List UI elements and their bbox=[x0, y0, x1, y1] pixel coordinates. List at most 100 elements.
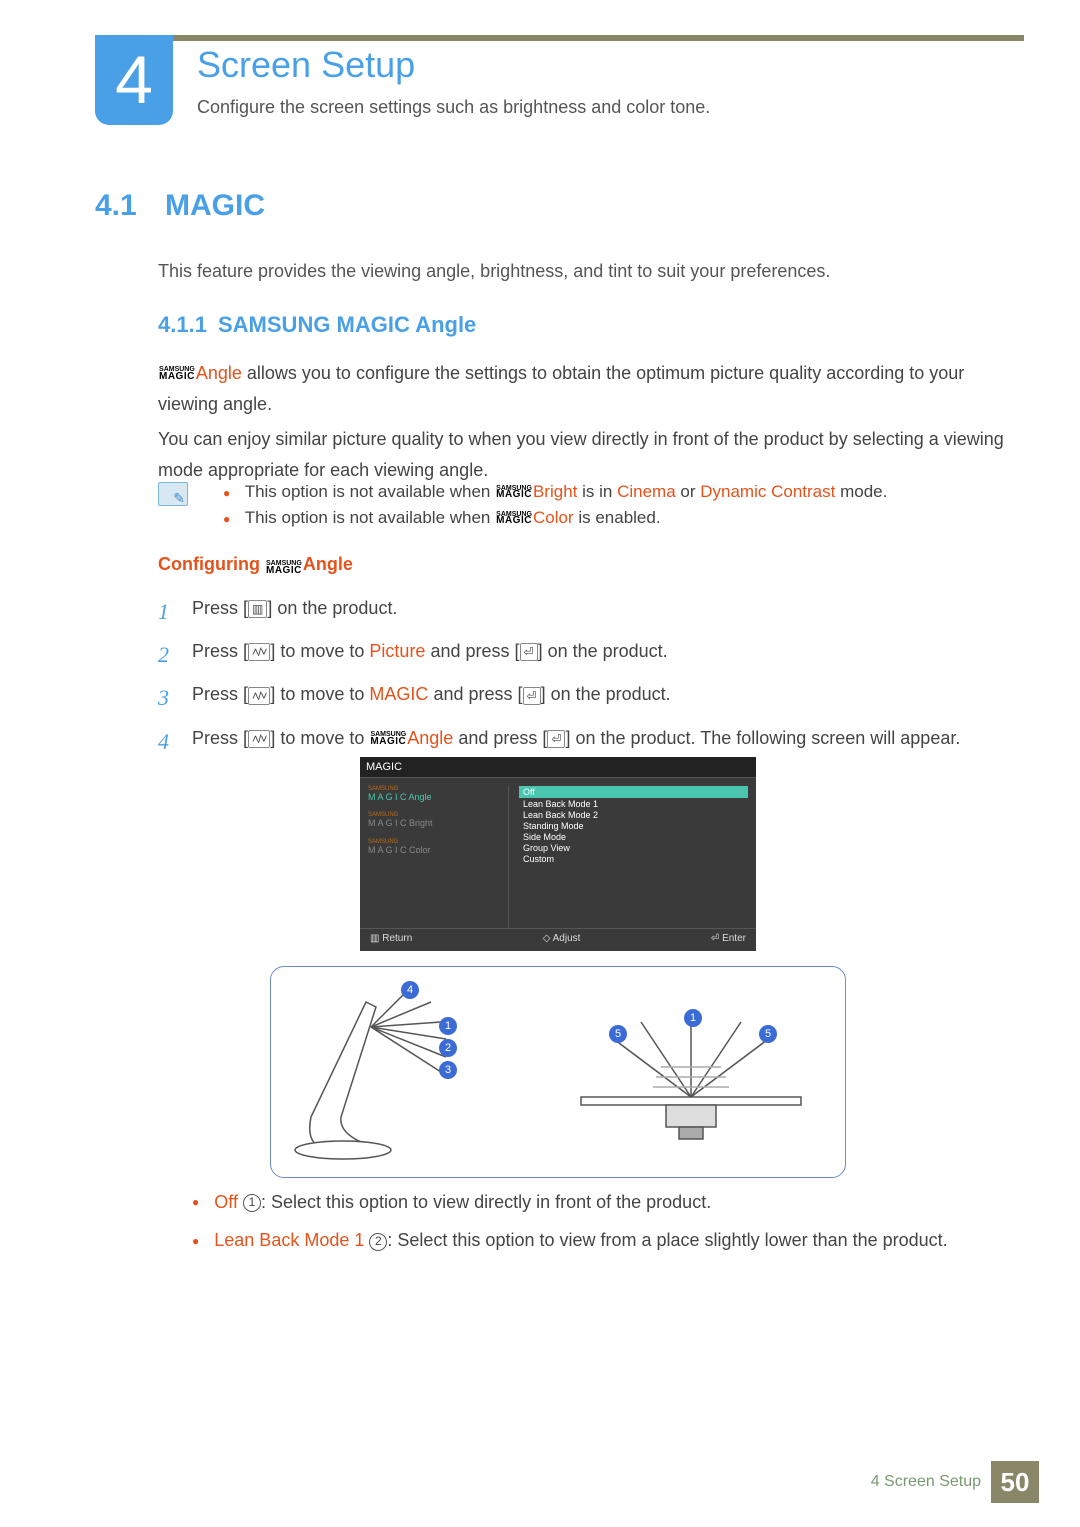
osd-foot-return: ▥ Return bbox=[370, 933, 412, 944]
bullet-icon: ● bbox=[192, 1234, 199, 1248]
note2-a: This option is not available when bbox=[245, 508, 495, 527]
osd-option: Standing Mode bbox=[519, 821, 748, 831]
chapter-desc: Configure the screen settings such as br… bbox=[197, 97, 1024, 118]
updown-button-icon: ˄/˅ bbox=[248, 730, 270, 748]
section-number: 4.1 bbox=[95, 189, 137, 223]
step-num: 4 bbox=[158, 724, 192, 759]
bottom-bullets: ● Off 1: Select this option to view dire… bbox=[192, 1186, 1024, 1263]
page-footer: 4 Screen Setup 50 bbox=[871, 1461, 1039, 1503]
footer-page-number: 50 bbox=[991, 1461, 1039, 1503]
step3-magic: MAGIC bbox=[369, 684, 428, 704]
note2-color: Color bbox=[533, 508, 574, 527]
bullet-icon: ● bbox=[192, 1195, 199, 1209]
step4-angle: Angle bbox=[407, 728, 453, 748]
circled-2: 2 bbox=[369, 1233, 387, 1251]
osd-option: Lean Back Mode 2 bbox=[519, 810, 748, 820]
note-icon bbox=[158, 482, 188, 506]
footer-text: 4 Screen Setup bbox=[871, 1473, 981, 1491]
bullet-icon: ● bbox=[223, 512, 230, 526]
section-title: MAGIC bbox=[165, 189, 265, 223]
step2-a: Press [ bbox=[192, 641, 248, 661]
step2-e: ] on the product. bbox=[538, 641, 668, 661]
enter-button-icon: ⏎ bbox=[520, 643, 538, 661]
enter-button-icon: ⏎ bbox=[523, 687, 541, 705]
osd-foot-enter: ⏎ Enter bbox=[711, 933, 746, 944]
note2-c: is enabled. bbox=[578, 508, 660, 527]
note1-e: or bbox=[676, 482, 701, 501]
osd-right-list: Off Lean Back Mode 1 Lean Back Mode 2 St… bbox=[508, 786, 748, 928]
step-num: 1 bbox=[158, 594, 192, 629]
osd-option: Group View bbox=[519, 843, 748, 853]
enter-button-icon: ⏎ bbox=[547, 730, 565, 748]
osd-left-color: SAMSUNGM A G I C Color bbox=[368, 839, 508, 855]
step3-b: ] to move to bbox=[270, 684, 369, 704]
diagram-bubble-1b: 1 bbox=[684, 1009, 702, 1027]
diagram-bubble-5a: 5 bbox=[609, 1025, 627, 1043]
osd-left-angle: SAMSUNGM A G I C Angle bbox=[368, 786, 508, 802]
samsung-magic-logo-icon: SAMSUNGMAGIC bbox=[266, 561, 302, 575]
chapter-badge: 4 bbox=[95, 35, 173, 125]
osd-left-bright: SAMSUNGM A G I C Bright bbox=[368, 812, 508, 828]
section-intro: This feature provides the viewing angle,… bbox=[158, 258, 1024, 285]
step-1: 1 Press [▥] on the product. bbox=[158, 594, 1024, 629]
diagram-svg bbox=[271, 967, 847, 1179]
step2-picture: Picture bbox=[369, 641, 425, 661]
circled-1: 1 bbox=[243, 1194, 261, 1212]
osd-option: Lean Back Mode 1 bbox=[519, 799, 748, 809]
step-4: 4 Press [˄/˅] to move to SAMSUNGMAGICAng… bbox=[158, 724, 1024, 759]
off-desc: : Select this option to view directly in… bbox=[261, 1192, 711, 1212]
step3-a: Press [ bbox=[192, 684, 248, 704]
note-box: ● This option is not available when SAMS… bbox=[158, 482, 1024, 534]
note1-cinema: Cinema bbox=[617, 482, 676, 501]
osd-option-off: Off bbox=[519, 786, 748, 798]
samsung-magic-logo-icon: SAMSUNGMAGIC bbox=[496, 486, 532, 500]
step-num: 3 bbox=[158, 680, 192, 715]
angle-diagram: 4 1 2 3 1 5 5 bbox=[270, 966, 846, 1178]
note-row-2: ● This option is not available when SAMS… bbox=[223, 508, 1023, 528]
step4-a: Press [ bbox=[192, 728, 248, 748]
osd-option: Custom bbox=[519, 854, 748, 864]
updown-button-icon: ˄/˅ bbox=[248, 643, 270, 661]
step1-a: Press [ bbox=[192, 598, 248, 618]
steps-list: 1 Press [▥] on the product. 2 Press [˄/˅… bbox=[158, 594, 1024, 767]
step2-d: and press [ bbox=[425, 641, 519, 661]
menu-button-icon: ▥ bbox=[248, 600, 267, 618]
diagram-bubble-3: 3 bbox=[439, 1061, 457, 1079]
subsection-title: SAMSUNG MAGIC Angle bbox=[218, 312, 476, 338]
config-heading: Configuring SAMSUNGMAGICAngle bbox=[158, 554, 353, 575]
note1-dc: Dynamic Contrast bbox=[700, 482, 835, 501]
diagram-bubble-1: 1 bbox=[439, 1017, 457, 1035]
diagram-bubble-4: 4 bbox=[401, 981, 419, 999]
bullet-off: ● Off 1: Select this option to view dire… bbox=[192, 1186, 1024, 1218]
step3-d: and press [ bbox=[428, 684, 522, 704]
note1-a: This option is not available when bbox=[245, 482, 495, 501]
step4-b: ] to move to bbox=[270, 728, 369, 748]
osd-screenshot: MAGIC SAMSUNGM A G I C Angle SAMSUNGM A … bbox=[360, 757, 756, 951]
diagram-bubble-5b: 5 bbox=[759, 1025, 777, 1043]
samsung-magic-logo-icon: SAMSUNGMAGIC bbox=[370, 732, 406, 746]
note-row-1: ● This option is not available when SAMS… bbox=[223, 482, 1023, 502]
off-label: Off bbox=[214, 1192, 238, 1212]
top-divider bbox=[115, 35, 1024, 41]
updown-button-icon: ˄/˅ bbox=[248, 687, 270, 705]
osd-title: MAGIC bbox=[360, 757, 756, 778]
samsung-magic-logo-icon: SAMSUNGMAGIC bbox=[159, 367, 195, 381]
osd-foot-adjust: ◇ Adjust bbox=[543, 933, 581, 944]
bullet-leanback1: ● Lean Back Mode 1 2: Select this option… bbox=[192, 1224, 1024, 1256]
step2-b: ] to move to bbox=[270, 641, 369, 661]
step1-b: ] on the product. bbox=[267, 598, 397, 618]
subsection-number: 4.1.1 bbox=[158, 312, 207, 338]
step-2: 2 Press [˄/˅] to move to Picture and pre… bbox=[158, 637, 1024, 672]
paragraph-1: SAMSUNGMAGICAngle allows you to configur… bbox=[158, 358, 1024, 419]
bullet-icon: ● bbox=[223, 486, 230, 500]
leanback-label: Lean Back Mode 1 bbox=[214, 1230, 364, 1250]
chapter-title: Screen Setup bbox=[197, 44, 415, 86]
note1-c: is in bbox=[582, 482, 617, 501]
config-post: Angle bbox=[303, 554, 353, 574]
osd-option: Side Mode bbox=[519, 832, 748, 842]
para1-rest: allows you to configure the settings to … bbox=[158, 363, 964, 414]
step3-e: ] on the product. bbox=[541, 684, 671, 704]
samsung-magic-logo-icon: SAMSUNGMAGIC bbox=[496, 512, 532, 526]
paragraph-2: You can enjoy similar picture quality to… bbox=[158, 424, 1024, 485]
config-pre: Configuring bbox=[158, 554, 265, 574]
